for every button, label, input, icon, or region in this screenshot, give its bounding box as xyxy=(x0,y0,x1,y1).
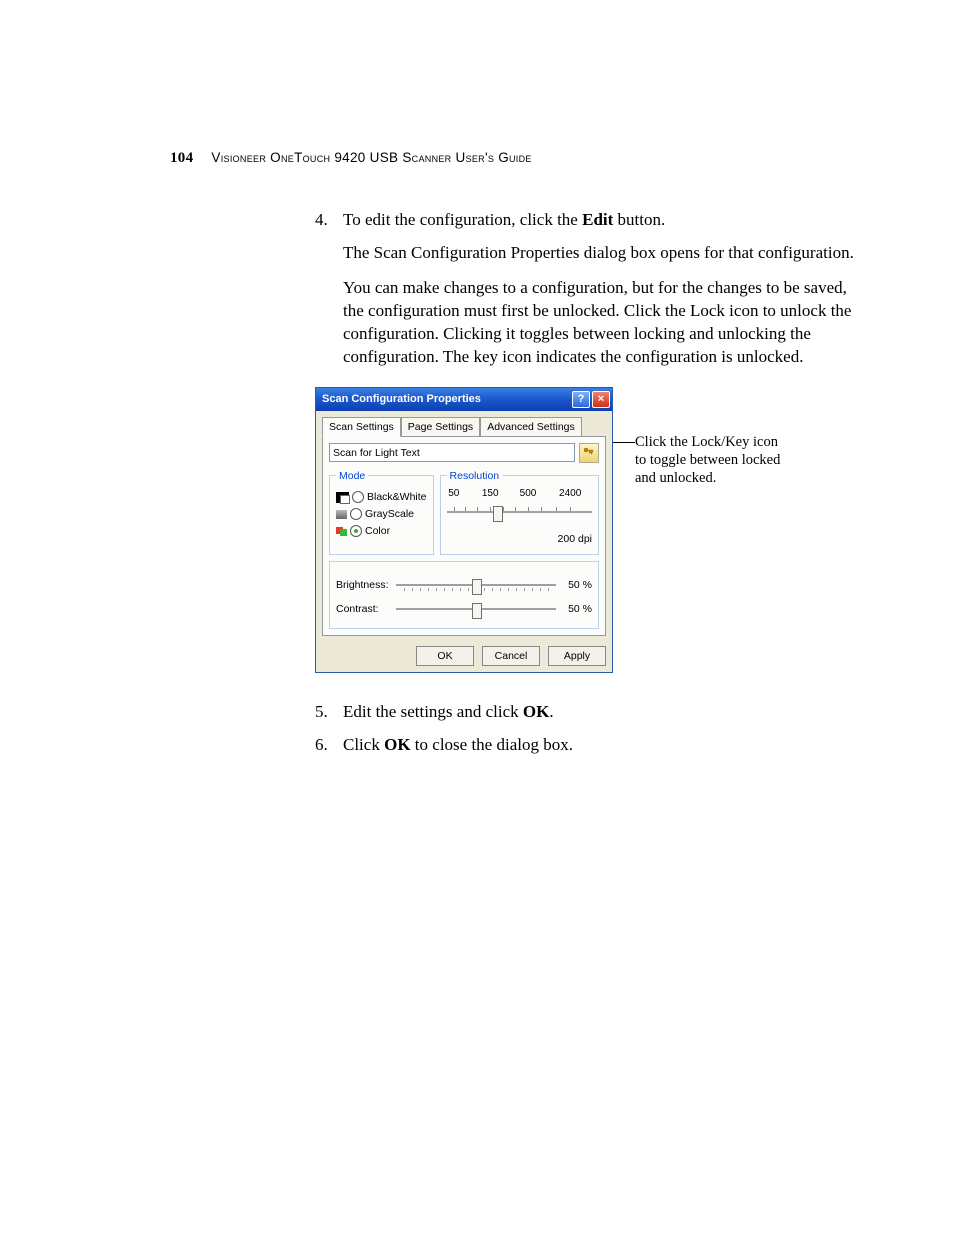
contrast-value: 50 % xyxy=(562,602,592,616)
bw-icon xyxy=(336,492,349,503)
brightness-contrast-group: Brightness: 50 % xyxy=(329,561,599,629)
dialog-title: Scan Configuration Properties xyxy=(322,392,481,407)
header-title: Visioneer OneTouch 9420 USB Scanner User… xyxy=(211,150,531,165)
mode-group: Mode Black&White Gr xyxy=(329,469,434,555)
radio-cl[interactable] xyxy=(350,525,362,537)
mode-legend: Mode xyxy=(336,469,368,483)
scan-config-dialog: Scan Configuration Properties ? × Scan S… xyxy=(315,387,613,674)
gs-icon xyxy=(336,510,347,519)
cancel-button[interactable]: Cancel xyxy=(482,646,540,666)
contrast-slider[interactable] xyxy=(396,600,556,618)
mode-gs[interactable]: GrayScale xyxy=(336,507,427,521)
brightness-label: Brightness: xyxy=(336,578,390,592)
step4-para1: The Scan Configuration Properties dialog… xyxy=(343,242,864,265)
contrast-label: Contrast: xyxy=(336,602,390,616)
brightness-value: 50 % xyxy=(562,578,592,592)
mode-cl[interactable]: Color xyxy=(336,524,427,538)
config-name-input[interactable] xyxy=(329,443,575,462)
page-header: 104 Visioneer OneTouch 9420 USB Scanner … xyxy=(170,150,864,167)
ok-button[interactable]: OK xyxy=(416,646,474,666)
radio-bw[interactable] xyxy=(352,491,364,503)
cl-icon xyxy=(336,527,347,536)
res-mark-2400: 2400 xyxy=(559,487,581,501)
resolution-slider[interactable] xyxy=(447,503,592,521)
brightness-slider[interactable] xyxy=(396,576,556,594)
page-number: 104 xyxy=(170,150,193,167)
lock-key-icon[interactable] xyxy=(579,443,599,463)
callout: Click the Lock/Key icon to toggle betwee… xyxy=(635,433,785,487)
resolution-group: Resolution 50 150 500 2400 xyxy=(440,469,599,555)
close-button[interactable]: × xyxy=(592,391,610,408)
mode-bw[interactable]: Black&White xyxy=(336,490,427,504)
help-button[interactable]: ? xyxy=(572,391,590,408)
res-mark-150: 150 xyxy=(482,487,499,501)
radio-gs[interactable] xyxy=(350,508,362,520)
callout-text: Click the Lock/Key icon to toggle betwee… xyxy=(635,434,780,486)
step4-para2: You can make changes to a configuration,… xyxy=(343,277,864,369)
apply-button[interactable]: Apply xyxy=(548,646,606,666)
tab-advanced-settings[interactable]: Advanced Settings xyxy=(480,417,582,436)
dialog-titlebar[interactable]: Scan Configuration Properties ? × xyxy=(316,388,612,411)
step-4: To edit the configuration, click the Edi… xyxy=(315,209,864,673)
step4-text: To edit the configuration, click the Edi… xyxy=(343,210,665,229)
resolution-legend: Resolution xyxy=(447,469,503,483)
resolution-value: 200 dpi xyxy=(447,532,592,546)
tab-page-settings[interactable]: Page Settings xyxy=(401,417,480,436)
res-mark-50: 50 xyxy=(448,487,459,501)
res-mark-500: 500 xyxy=(520,487,537,501)
tabs: Scan Settings Page Settings Advanced Set… xyxy=(316,411,612,436)
step-5: Edit the settings and click OK. xyxy=(315,701,864,724)
step-6: Click OK to close the dialog box. xyxy=(315,734,864,757)
tab-scan-settings[interactable]: Scan Settings xyxy=(322,417,401,437)
